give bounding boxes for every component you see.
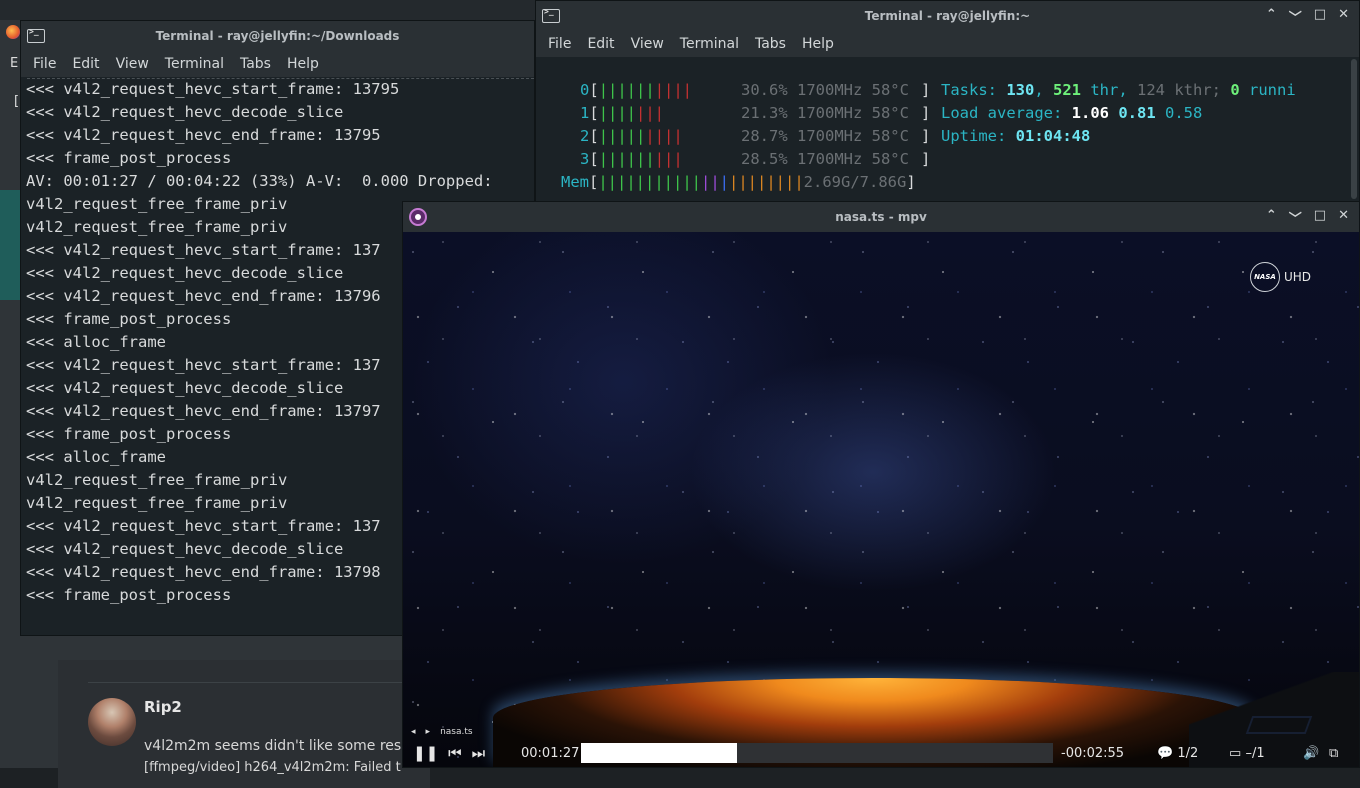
terminal-line: <<< v4l2_request_hevc_end_frame: 13795: [26, 124, 534, 147]
video-track-label: –/1: [1245, 746, 1264, 761]
subtitle-track[interactable]: 💬 1/2: [1157, 746, 1198, 761]
divider: [88, 682, 428, 683]
menu-file[interactable]: File: [548, 36, 571, 52]
strut: [1246, 716, 1313, 734]
menu-view[interactable]: View: [116, 56, 149, 72]
menu-bar: File Edit View Terminal Tabs Help: [536, 31, 1359, 57]
cpu-stats-3: 28.5% 1700MHz 58°C: [741, 150, 909, 168]
cpu-stats-1: 21.3% 1700MHz 58°C: [741, 104, 909, 122]
minimize-icon[interactable]: ⌃: [1266, 7, 1277, 26]
terminal-icon[interactable]: [542, 9, 560, 23]
window-title: nasa.ts - mpv: [403, 210, 1359, 224]
playlist-next-icon[interactable]: ▸: [426, 727, 431, 737]
desktop: E [ Rip2 v4l2m2m seems didn't like some …: [0, 0, 1360, 768]
nasa-logo-icon: NASA: [1250, 262, 1280, 292]
cpu-meter-2: 2[|||||||||: [580, 127, 683, 145]
window-title: Terminal - ray@jellyfin:~: [536, 9, 1359, 23]
video-track-icon: ▭: [1229, 746, 1241, 761]
cpu-meter-bracket: ]: [921, 127, 930, 145]
playlist-nav: ◂ ▸ nasa.ts: [411, 727, 473, 737]
cpu-meter-0: 0[||||||||||: [580, 81, 692, 99]
subtitle-icon: 💬: [1157, 746, 1173, 761]
window-controls: ⌃ ﹀ □ ✕: [1266, 7, 1349, 26]
volume-icon[interactable]: 🔊: [1303, 746, 1319, 761]
terminal-line: AV: 00:01:27 / 00:04:22 (33%) A-V: 0.000…: [26, 170, 534, 193]
load-average-line: Load average: 1.06 0.81 0.58: [941, 104, 1202, 122]
maximize-icon[interactable]: □: [1314, 7, 1326, 26]
close-icon[interactable]: ✕: [1338, 7, 1349, 26]
fullscreen-icon[interactable]: ⧉: [1329, 746, 1338, 761]
menu-edit[interactable]: Edit: [72, 56, 99, 72]
uhd-badge: UHD: [1284, 270, 1311, 284]
cpu-meter-3: 3[|||||||||: [580, 150, 683, 168]
pause-icon[interactable]: ❚❚: [413, 744, 438, 762]
window-titlebar[interactable]: Terminal - ray@jellyfin:~/Downloads: [21, 21, 534, 51]
tasks-line: Tasks: 130, 521 thr, 124 kthr; 0 runni: [941, 81, 1296, 99]
browser-sidebar-accent: [0, 190, 22, 300]
comment-author[interactable]: Rip2: [144, 698, 182, 716]
skip-forward-icon[interactable]: ⏭: [472, 744, 486, 762]
seek-bar[interactable]: [581, 743, 1053, 763]
terminal-line: <<< frame_post_process: [26, 147, 534, 170]
video-track[interactable]: ▭ –/1: [1229, 746, 1265, 761]
menu-view[interactable]: View: [631, 36, 664, 52]
seek-bar-fill: [581, 743, 737, 763]
scrollbar[interactable]: [1351, 59, 1357, 199]
nasa-watermark: NASA UHD: [1250, 262, 1311, 292]
menu-edit[interactable]: Edit: [587, 36, 614, 52]
time-remaining[interactable]: -00:02:55: [1061, 746, 1124, 761]
cpu-meter-bracket: ]: [921, 81, 930, 99]
menu-help[interactable]: Help: [802, 36, 834, 52]
forum-comment: Rip2 v4l2m2m seems didn't like some reso…: [58, 660, 430, 788]
terminal-icon[interactable]: [27, 29, 45, 43]
mpv-window: nasa.ts - mpv ⌃ ﹀ □ ✕ NASA UHD ◂ ▸ nasa.…: [402, 201, 1360, 768]
terminal-line: <<< v4l2_request_hevc_start_frame: 13795: [26, 78, 534, 101]
mpv-icon[interactable]: [409, 208, 427, 226]
subtitle-track-label: 1/2: [1177, 746, 1198, 761]
window-controls: ⌃ ﹀ □ ✕: [1266, 208, 1349, 227]
firefox-icon[interactable]: [6, 25, 20, 39]
cpu-meter-bracket: ]: [921, 150, 930, 168]
cpu-stats-2: 28.7% 1700MHz 58°C: [741, 127, 909, 145]
menu-file[interactable]: File: [33, 56, 56, 72]
menu-tabs[interactable]: Tabs: [240, 56, 271, 72]
terminal-window-htop: Terminal - ray@jellyfin:~ ⌃ ﹀ □ ✕ File E…: [535, 0, 1360, 202]
cpu-meter-bracket: ]: [921, 104, 930, 122]
window-title: Terminal - ray@jellyfin:~/Downloads: [21, 29, 534, 43]
close-icon[interactable]: ✕: [1338, 208, 1349, 227]
window-titlebar[interactable]: nasa.ts - mpv ⌃ ﹀ □ ✕: [403, 202, 1359, 232]
menu-terminal[interactable]: Terminal: [165, 56, 224, 72]
maximize-icon[interactable]: □: [1314, 208, 1326, 227]
restore-icon[interactable]: ﹀: [1289, 208, 1302, 227]
browser-toolbar-letter: [: [14, 94, 19, 109]
browser-menu-letter: E: [10, 56, 18, 71]
skip-back-icon[interactable]: ⏮: [448, 744, 462, 762]
avatar[interactable]: [88, 698, 136, 746]
menu-bar: File Edit View Terminal Tabs Help: [21, 51, 534, 77]
mem-meter: Mem[||||||||||||||||||||||2.69G/7.86G]: [561, 173, 916, 191]
cpu-meter-1: 1[|||||||: [580, 104, 664, 122]
minimize-icon[interactable]: ⌃: [1266, 208, 1277, 227]
menu-terminal[interactable]: Terminal: [680, 36, 739, 52]
terminal-line: <<< v4l2_request_hevc_decode_slice: [26, 101, 534, 124]
restore-icon[interactable]: ﹀: [1289, 7, 1302, 26]
uptime-line: Uptime: 01:04:48: [941, 127, 1090, 145]
cpu-stats-0: 30.6% 1700MHz 58°C: [741, 81, 909, 99]
video-frame[interactable]: NASA UHD ◂ ▸ nasa.ts ❚❚ ⏮ ⏭ 00:01:27 -00…: [403, 232, 1359, 767]
time-elapsed[interactable]: 00:01:27: [521, 746, 579, 761]
playlist-prev-icon[interactable]: ◂: [411, 727, 416, 737]
window-titlebar[interactable]: Terminal - ray@jellyfin:~ ⌃ ﹀ □ ✕: [536, 1, 1359, 31]
playlist-title: nasa.ts: [440, 727, 473, 737]
menu-help[interactable]: Help: [287, 56, 319, 72]
menu-tabs[interactable]: Tabs: [755, 36, 786, 52]
on-screen-controller: ❚❚ ⏮ ⏭ 00:01:27 -00:02:55 💬 1/2 ▭ –/1 🔊 …: [403, 739, 1359, 767]
comment-text: v4l2m2m seems didn't like some resolu: [144, 738, 423, 754]
